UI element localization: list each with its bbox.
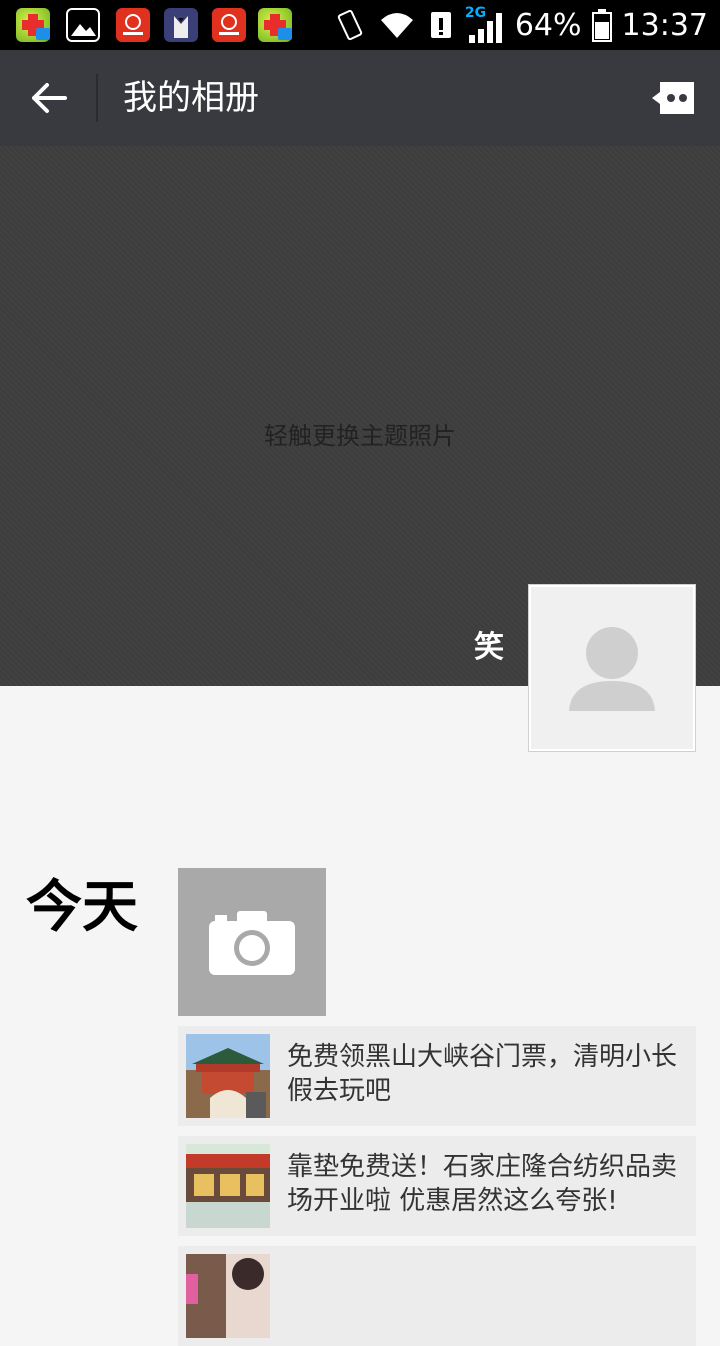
header-divider bbox=[96, 74, 98, 122]
day-label: 今天 bbox=[26, 875, 138, 940]
default-avatar-icon bbox=[569, 627, 655, 711]
post-text: 免费领黑山大峡谷门票，清明小长假去玩吧 bbox=[287, 1042, 678, 1106]
message-button[interactable] bbox=[650, 80, 696, 116]
gallery-notification-icon bbox=[66, 8, 100, 42]
status-bar: 2G 64% 13:37 bbox=[0, 0, 720, 50]
back-button[interactable] bbox=[24, 74, 74, 122]
post-thumbnail bbox=[186, 1254, 270, 1338]
user-nickname: 笑 bbox=[474, 630, 504, 665]
sim-alert-icon bbox=[430, 12, 451, 38]
arrow-left-icon bbox=[32, 83, 67, 113]
clock: 13:37 bbox=[621, 7, 708, 43]
battery-icon bbox=[591, 9, 612, 42]
add-photo-button[interactable] bbox=[178, 868, 326, 1016]
vibrate-icon bbox=[337, 9, 363, 41]
list-item[interactable] bbox=[178, 1246, 696, 1346]
top-app-bar: 我的相册 bbox=[0, 50, 720, 146]
signal-icon: 2G bbox=[465, 5, 505, 45]
message-bubble-icon bbox=[652, 82, 694, 114]
avatar[interactable] bbox=[528, 584, 696, 752]
post-thumbnail bbox=[186, 1144, 270, 1228]
post-text: 靠垫免费送！石家庄隆合纺织品卖场开业啦 优惠居然这么夸张! bbox=[287, 1152, 678, 1216]
huawei-notification-icon bbox=[116, 8, 150, 42]
camera-icon bbox=[209, 911, 295, 975]
post-thumbnail bbox=[186, 1034, 270, 1118]
cover-change-hint: 轻触更换主题照片 bbox=[264, 422, 456, 450]
app-notification-icon bbox=[16, 8, 50, 42]
huawei-notification-icon-2 bbox=[212, 8, 246, 42]
app-notification-icon-2 bbox=[258, 8, 292, 42]
page-title: 我的相册 bbox=[123, 78, 259, 118]
list-item[interactable]: 免费领黑山大峡谷门票，清明小长假去玩吧 bbox=[178, 1026, 696, 1126]
wifi-icon bbox=[380, 13, 413, 38]
battery-percent: 64% bbox=[514, 7, 582, 43]
list-item[interactable]: 靠垫免费送！石家庄隆合纺织品卖场开业啦 优惠居然这么夸张! bbox=[178, 1136, 696, 1236]
tuxedo-app-notification-icon bbox=[164, 8, 198, 42]
